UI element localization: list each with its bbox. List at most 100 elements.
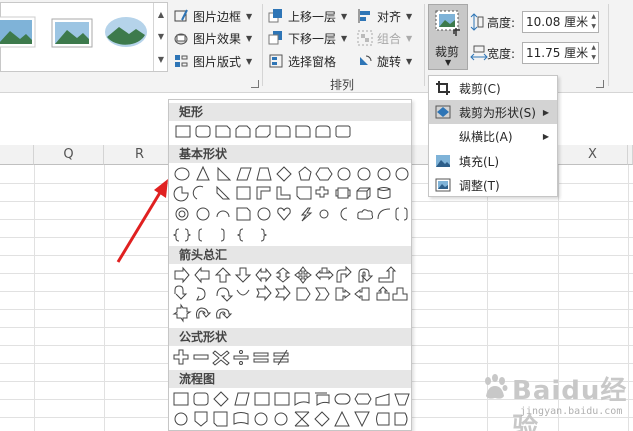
cloud-shape-icon[interactable] (357, 209, 374, 220)
cross-shape-icon[interactable] (315, 186, 329, 198)
flowchart-card-icon[interactable] (213, 411, 228, 427)
left-right-up-arrow-shape-icon[interactable] (315, 267, 334, 281)
plaque-shape-icon[interactable] (335, 187, 351, 199)
pentagon-shape-icon[interactable] (298, 166, 312, 181)
scroll-down-icon[interactable]: ▼ (158, 32, 164, 41)
flowchart-terminator-icon[interactable] (334, 393, 351, 405)
flowchart-offpage-connector-icon[interactable] (194, 411, 208, 427)
flowchart-data-icon[interactable] (234, 392, 250, 406)
division-shape-icon[interactable] (233, 355, 249, 360)
size-launcher-icon[interactable] (596, 80, 604, 88)
frame-shape-icon[interactable] (236, 186, 251, 200)
column-header-y[interactable] (628, 145, 633, 165)
rounded-rectangle-shape-icon[interactable] (195, 125, 211, 138)
diamond-shape-icon[interactable] (276, 166, 292, 182)
flowchart-delay-icon[interactable] (394, 412, 408, 426)
spinner-icon[interactable]: ▲ ▼ (591, 12, 596, 32)
flowchart-manual-input-icon[interactable] (375, 393, 390, 406)
block-arrows-grid[interactable] (169, 266, 411, 324)
flowchart-multidocument-icon[interactable] (315, 392, 330, 406)
double-brace-shape-icon[interactable] (172, 228, 192, 242)
up-arrow-shape-icon[interactable] (214, 267, 232, 283)
flowchart-collate-icon[interactable] (294, 411, 310, 427)
striped-right-arrow-shape-icon[interactable] (256, 284, 272, 302)
oval-shape-icon[interactable] (174, 167, 190, 181)
heptagon-shape-icon[interactable] (337, 167, 351, 181)
flowchart-predefined-process-icon[interactable] (254, 392, 270, 406)
flowchart-merge-icon[interactable] (354, 411, 370, 428)
not-equal-shape-icon[interactable] (273, 352, 289, 357)
left-arrow-callout-shape-icon[interactable] (354, 287, 370, 301)
bent-arrow-shape-icon[interactable] (336, 266, 352, 283)
shapes-gallery[interactable]: 矩形 基本形状 箭头总汇 公式形状 流程图 (168, 99, 412, 431)
folded-corner-shape-icon[interactable] (236, 207, 251, 221)
flowchart-internal-storage-icon[interactable] (274, 392, 290, 406)
flowchart-decision-icon[interactable] (213, 391, 229, 407)
column-header-x[interactable]: X (558, 145, 628, 165)
selection-pane-button[interactable]: 选择窗格 (268, 51, 336, 71)
picture-layout-button[interactable]: 图片版式 ▼ (173, 51, 252, 71)
flowchart-sort-icon[interactable] (314, 411, 330, 427)
arc-shape-icon[interactable] (377, 208, 391, 220)
decagon-shape-icon[interactable] (377, 167, 391, 181)
cube-shape-icon[interactable] (356, 187, 371, 200)
column-header-q[interactable]: Q (34, 145, 104, 165)
flowchart-connector-icon[interactable] (174, 412, 188, 426)
right-brace-shape-icon[interactable] (260, 228, 268, 242)
picture-style-thumb[interactable] (0, 13, 39, 51)
rotate-button[interactable]: 旋转 ▼ (357, 51, 412, 71)
pie-shape-icon[interactable] (173, 186, 189, 202)
down-arrow-callout-shape-icon[interactable] (392, 287, 408, 301)
chevron-shape-icon[interactable] (315, 287, 330, 301)
round-diagonal-rectangle-icon[interactable] (335, 125, 351, 138)
l-shape-icon[interactable] (276, 186, 291, 200)
menu-item-fill[interactable]: 填充(L) (429, 149, 557, 173)
menu-item-aspect-ratio[interactable]: 纵横比(A) ▶ (429, 124, 557, 148)
smiley-face-shape-icon[interactable] (257, 207, 271, 221)
hexagon-shape-icon[interactable] (315, 167, 333, 181)
round-single-corner-rectangle-icon[interactable] (295, 125, 311, 138)
flowchart-or-icon[interactable] (274, 412, 288, 426)
circular-arrow-2-shape-icon[interactable] (216, 308, 233, 319)
menu-item-crop[interactable]: 裁剪(C) (429, 76, 557, 100)
chord-shape-icon[interactable] (192, 185, 204, 200)
picture-border-button[interactable]: 图片边框 ▼ (173, 6, 252, 26)
lightning-bolt-shape-icon[interactable] (300, 207, 313, 222)
quad-arrow-shape-icon[interactable] (294, 266, 312, 284)
heart-shape-icon[interactable] (277, 207, 291, 221)
snip-corner-rectangle-icon[interactable] (215, 125, 231, 138)
basic-shapes-grid[interactable] (169, 165, 411, 243)
equation-shapes-row[interactable] (169, 348, 411, 366)
flowchart-shapes-grid[interactable] (169, 390, 411, 430)
picture-styles-launcher-icon[interactable] (251, 80, 259, 88)
left-arrow-shape-icon[interactable] (194, 266, 210, 284)
right-triangle-shape-icon[interactable] (217, 166, 232, 181)
column-header-blank[interactable] (0, 145, 34, 165)
flowchart-preparation-icon[interactable] (354, 393, 372, 405)
trapezoid-shape-icon[interactable] (256, 167, 272, 181)
curved-left-arrow-shape-icon[interactable] (196, 287, 206, 301)
send-backward-button[interactable]: 下移一层 ▼ (268, 28, 347, 48)
parallelogram-shape-icon[interactable] (236, 167, 252, 181)
half-frame-shape-icon[interactable] (256, 186, 271, 200)
flowchart-stored-data-icon[interactable] (376, 412, 390, 426)
plus-shape-icon[interactable] (173, 349, 189, 365)
can-shape-icon[interactable] (376, 187, 391, 199)
right-arrow-callout-shape-icon[interactable] (335, 287, 351, 301)
equal-shape-icon[interactable] (253, 352, 269, 357)
block-arc-shape-icon[interactable] (216, 210, 230, 218)
width-input[interactable]: 11.75 厘米 ▲ ▼ (522, 42, 599, 64)
height-input[interactable]: 10.08 厘米 ▲ ▼ (522, 11, 599, 33)
round-same-side-rectangle-icon[interactable] (315, 125, 331, 138)
snip-same-side-rectangle-icon[interactable] (235, 125, 251, 138)
gallery-more-icon[interactable]: ▼ (158, 55, 164, 64)
up-arrow-callout-shape-icon[interactable] (376, 286, 390, 301)
crop-button[interactable]: 裁剪 ▼ (428, 4, 468, 70)
right-bracket-shape-icon[interactable] (220, 228, 225, 242)
flowchart-manual-operation-icon[interactable] (394, 393, 410, 406)
moon-shape-icon[interactable] (340, 207, 348, 221)
teardrop-shape-icon[interactable] (216, 185, 231, 200)
curved-up-arrow-shape-icon[interactable] (216, 287, 234, 302)
gallery-scroll[interactable]: ▲ ▼ ▼ (153, 3, 168, 71)
scroll-up-icon[interactable]: ▲ (158, 10, 164, 19)
